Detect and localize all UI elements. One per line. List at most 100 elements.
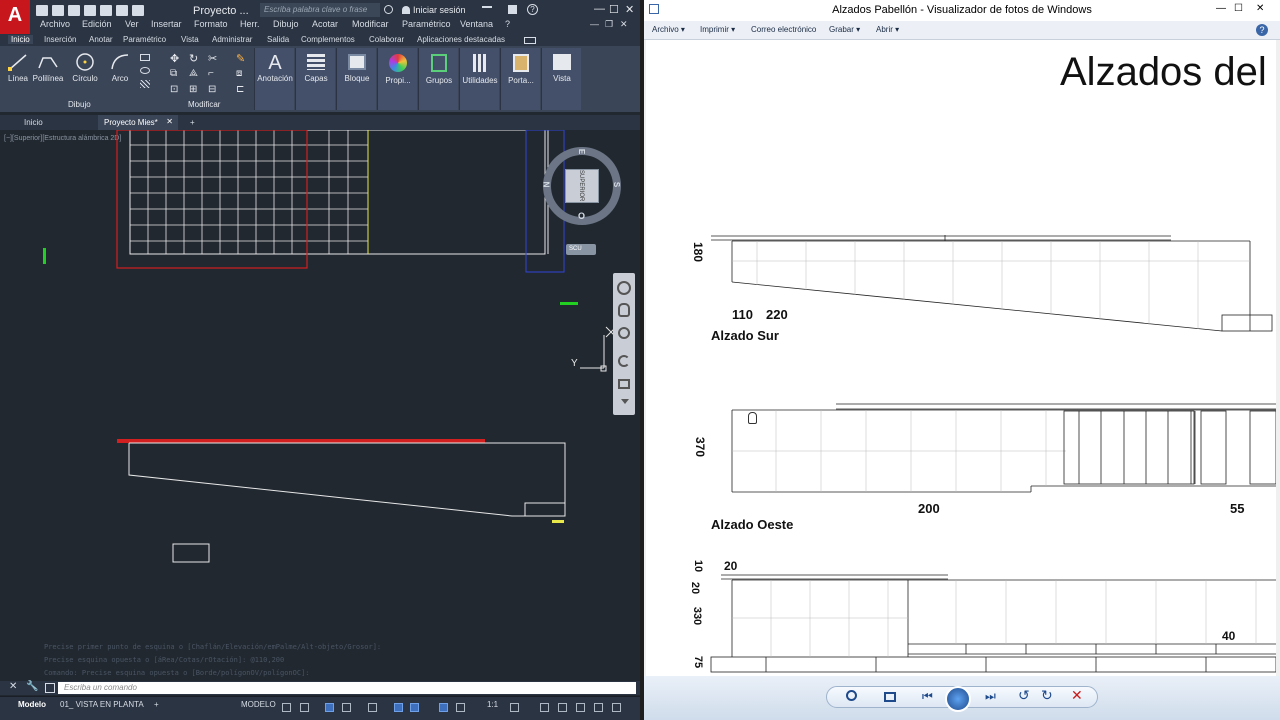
- annotation-panel[interactable]: A Anotación: [254, 48, 294, 110]
- isodraft-icon[interactable]: [368, 703, 377, 712]
- tab-parametrico[interactable]: Paramétrico: [123, 35, 166, 44]
- clipboard-tool[interactable]: Porta...: [501, 52, 541, 85]
- maximize-icon[interactable]: ☐: [609, 3, 619, 16]
- print-icon[interactable]: [132, 5, 144, 16]
- zoom-icon[interactable]: [618, 327, 630, 339]
- steering-wheel-icon[interactable]: [617, 281, 631, 295]
- annotation-scale[interactable]: 1:1: [487, 700, 498, 709]
- doc-minimize-icon[interactable]: —: [590, 19, 599, 29]
- menu-formato[interactable]: Formato: [194, 19, 228, 29]
- customize-statusbar-icon[interactable]: [612, 703, 621, 712]
- circle-tool[interactable]: Círculo: [68, 52, 102, 83]
- clipboard-panel[interactable]: Porta...: [500, 48, 540, 110]
- menu-ver[interactable]: Ver: [125, 19, 139, 29]
- viewer-maximize-icon[interactable]: ☐: [1234, 3, 1243, 14]
- cmd-customize-icon[interactable]: 🔧: [26, 681, 38, 692]
- rectangle-icon[interactable]: [140, 54, 150, 61]
- search-input[interactable]: Escriba palabra clave o frase: [260, 3, 380, 17]
- viewer-menu-archivo[interactable]: Archivo ▾: [652, 25, 685, 34]
- actual-size-icon[interactable]: [884, 692, 896, 702]
- tab-complementos[interactable]: Complementos: [301, 35, 355, 44]
- view-tool[interactable]: Vista: [542, 52, 582, 83]
- viewcube-south[interactable]: S: [612, 182, 621, 187]
- viewcube-face[interactable]: SUPERIOR: [565, 169, 599, 203]
- tab-inicio[interactable]: Inicio: [8, 35, 33, 44]
- draw-small-tools[interactable]: [140, 52, 162, 96]
- properties-tool[interactable]: Propi...: [378, 52, 418, 85]
- menu-help[interactable]: ?: [505, 19, 510, 29]
- stretch-icon[interactable]: ⊡: [170, 84, 178, 95]
- viewcube[interactable]: SUPERIOR E N S O: [541, 147, 621, 225]
- move-icon[interactable]: ✥: [170, 52, 179, 65]
- doc-tab-close-icon[interactable]: ✕: [166, 117, 173, 126]
- ortho-icon[interactable]: [325, 703, 334, 712]
- save-as-icon[interactable]: [84, 5, 96, 16]
- menu-herr[interactable]: Herr.: [240, 19, 260, 29]
- minimize-icon[interactable]: —: [594, 3, 605, 15]
- rotate-right-icon[interactable]: ↻: [1041, 687, 1057, 703]
- grid-icon[interactable]: [282, 703, 291, 712]
- model-space-toggle[interactable]: MODELO: [241, 700, 276, 709]
- polyline-tool[interactable]: Polilínea: [31, 52, 65, 83]
- slideshow-button[interactable]: [945, 686, 971, 712]
- doc-restore-icon[interactable]: ❐: [605, 19, 613, 30]
- tab-administrar[interactable]: Administrar: [212, 35, 252, 44]
- binoculars-icon[interactable]: [384, 5, 393, 14]
- web-mobile-icon[interactable]: [100, 5, 112, 16]
- object-snap-icon[interactable]: [410, 703, 419, 712]
- viewer-menu-grabar[interactable]: Grabar ▾: [829, 25, 860, 34]
- explode-icon[interactable]: ⧈: [236, 68, 242, 79]
- previous-icon[interactable]: ⏮: [922, 689, 938, 703]
- new-tab-icon[interactable]: +: [184, 115, 201, 130]
- utilities-panel[interactable]: Utilidades: [459, 48, 499, 110]
- pan-hand-icon[interactable]: [618, 303, 630, 317]
- ellipse-icon[interactable]: [140, 67, 150, 74]
- isolate-objects-icon[interactable]: [594, 703, 603, 712]
- modify-panel-label[interactable]: Modificar: [188, 100, 220, 109]
- quick-properties-icon[interactable]: [576, 703, 585, 712]
- tab-anotar[interactable]: Anotar: [89, 35, 113, 44]
- menu-modificar[interactable]: Modificar: [352, 19, 389, 29]
- doc-tab-proyecto[interactable]: Proyecto Mies* ✕: [98, 115, 178, 130]
- menu-dibujo[interactable]: Dibujo: [273, 19, 299, 29]
- array-icon[interactable]: ⊟: [208, 84, 216, 95]
- cart-icon[interactable]: [482, 6, 492, 13]
- layers-panel[interactable]: Capas: [295, 48, 335, 110]
- block-panel[interactable]: Bloque: [336, 48, 376, 110]
- menu-edicion[interactable]: Edición: [82, 19, 112, 29]
- fillet-icon[interactable]: ⌐: [208, 68, 214, 79]
- hatch-icon[interactable]: [140, 80, 150, 88]
- layers-tool[interactable]: Capas: [296, 52, 336, 83]
- command-input[interactable]: Escriba un comando: [58, 682, 636, 694]
- arc-tool[interactable]: Arco: [106, 52, 134, 83]
- line-tool[interactable]: Línea: [4, 52, 32, 83]
- cmd-close-icon[interactable]: ✕: [9, 681, 17, 692]
- next-icon[interactable]: ⏭: [985, 689, 1001, 703]
- tab-colaborar[interactable]: Colaborar: [369, 35, 404, 44]
- cmd-prompt-icon[interactable]: [45, 683, 55, 693]
- rotate-icon[interactable]: ↻: [189, 52, 198, 65]
- delete-icon[interactable]: ✕: [1071, 687, 1087, 703]
- viewcube-north[interactable]: N: [541, 182, 550, 188]
- navbar-menu-icon[interactable]: [621, 399, 629, 404]
- scale-icon[interactable]: ⊞: [189, 84, 197, 95]
- zoom-icon[interactable]: [846, 690, 857, 701]
- ribbon-toggle-icon[interactable]: [524, 37, 536, 44]
- tab-aplicaciones[interactable]: Aplicaciones destacadas: [417, 35, 505, 44]
- tab-insercion[interactable]: Inserción: [44, 35, 76, 44]
- showmotion-icon[interactable]: [618, 379, 630, 389]
- trim-icon[interactable]: ✂: [208, 52, 217, 65]
- polar-icon[interactable]: [342, 703, 351, 712]
- tab-modelo[interactable]: Modelo: [18, 700, 46, 709]
- viewer-close-icon[interactable]: ✕: [1256, 3, 1264, 14]
- lineweight-icon[interactable]: [439, 703, 448, 712]
- tab-vista[interactable]: Vista: [181, 35, 199, 44]
- close-icon[interactable]: ✕: [625, 3, 634, 16]
- object-snap-tracking-icon[interactable]: [394, 703, 403, 712]
- viewer-menu-correo[interactable]: Correo electrónico: [751, 25, 816, 34]
- new-file-icon[interactable]: [36, 5, 48, 16]
- doc-tab-inicio[interactable]: Inicio: [18, 115, 49, 130]
- plot-icon[interactable]: [116, 5, 128, 16]
- menu-ventana[interactable]: Ventana: [460, 19, 493, 29]
- viewer-help-icon[interactable]: ?: [1256, 24, 1268, 36]
